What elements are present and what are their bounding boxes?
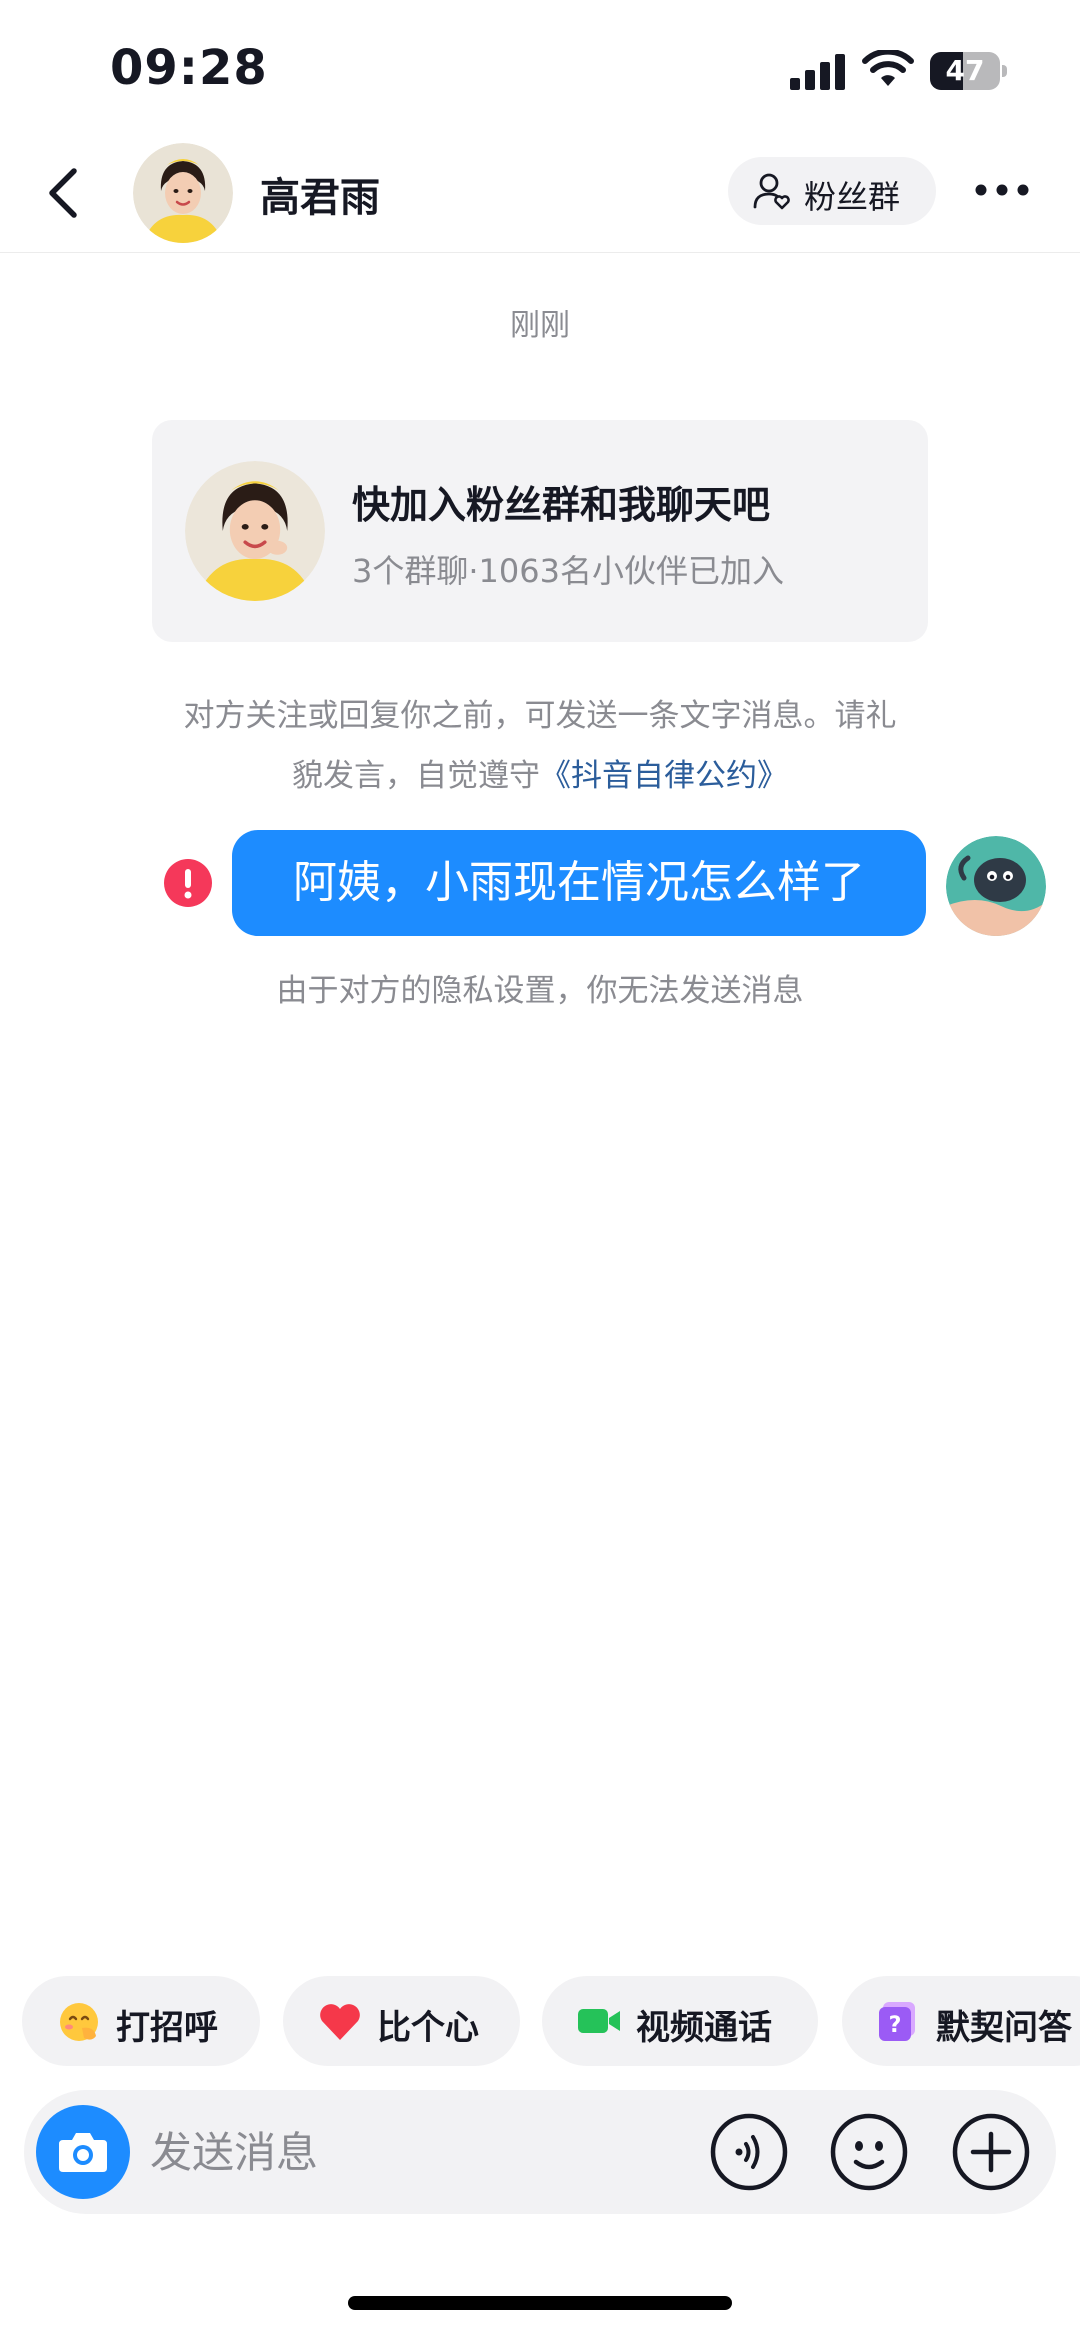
wifi-icon <box>862 50 914 86</box>
message-restriction-notice: 对方关注或回复你之前，可发送一条文字消息。请礼 貌发言，自觉遵守《抖音自律公约》 <box>140 686 940 806</box>
more-icon[interactable] <box>972 175 1032 205</box>
fans-group-icon <box>753 173 790 210</box>
community-rules-link[interactable]: 《抖音自律公约》 <box>540 758 788 794</box>
emoji-icon[interactable] <box>829 2112 909 2192</box>
voice-icon[interactable] <box>709 2112 789 2192</box>
fans-group-label: 粉丝群 <box>804 178 901 216</box>
plus-icon[interactable] <box>951 2112 1031 2192</box>
chat-title[interactable]: 高君雨 <box>260 165 380 223</box>
message-input[interactable] <box>150 2120 530 2184</box>
camera-button[interactable] <box>36 2105 130 2199</box>
quick-action-label: 视频通话 <box>636 2008 772 2048</box>
quick-action-video-call[interactable]: 视频通话 <box>542 1976 818 2066</box>
home-indicator[interactable] <box>348 2296 732 2310</box>
quick-action-heart[interactable]: 比个心 <box>283 1976 520 2066</box>
quick-action-wave[interactable]: 打招呼 <box>22 1976 260 2066</box>
quick-actions: 打招呼 比个心 视频通话 ? 默契问答 <box>0 1976 1080 2066</box>
sent-message-bubble[interactable]: 阿姨，小雨现在情况怎么样了 <box>232 830 926 936</box>
notice-text-line2: 貌发言，自觉遵守 <box>292 758 540 794</box>
battery-body: 47 <box>930 52 1000 90</box>
avatar[interactable] <box>133 143 233 243</box>
invite-card-subtitle: 3个群聊·1063名小伙伴已加入 <box>352 552 784 590</box>
notice-text-line1: 对方关注或回复你之前，可发送一条文字消息。请礼 <box>183 698 897 734</box>
camera-icon <box>59 2133 107 2172</box>
status-time: 09:28 <box>110 40 268 96</box>
back-icon[interactable] <box>40 163 90 223</box>
message-timestamp: 刚刚 <box>510 308 570 343</box>
send-failed-icon[interactable] <box>163 858 213 908</box>
wave-emoji-icon <box>60 2003 98 2041</box>
chat-screen: 09:28 47 高君雨 粉丝群 刚刚 快加入粉丝群和我聊天吧 3个群聊·106… <box>0 0 1080 2337</box>
quick-action-quiz[interactable]: ? 默契问答 <box>842 1976 1080 2066</box>
invite-card-title: 快加入粉丝群和我聊天吧 <box>352 483 771 527</box>
battery-icon: 47 <box>930 52 1007 90</box>
my-avatar[interactable] <box>946 836 1046 936</box>
quick-action-label: 默契问答 <box>936 2008 1072 2048</box>
heart-icon <box>320 2004 360 2040</box>
video-camera-icon <box>578 2009 620 2033</box>
fans-group-button[interactable]: 粉丝群 <box>728 157 936 225</box>
chat-header: 高君雨 粉丝群 <box>0 135 1080 253</box>
signal-icon <box>790 54 845 90</box>
fans-group-invite-card[interactable]: 快加入粉丝群和我聊天吧 3个群聊·1063名小伙伴已加入 <box>152 420 928 642</box>
question-card-icon: ? <box>879 2002 915 2041</box>
svg-text:?: ? <box>889 2013 902 2038</box>
quick-action-label: 比个心 <box>377 2008 479 2048</box>
quick-action-label: 打招呼 <box>116 2008 218 2048</box>
battery-percent: 47 <box>945 54 985 87</box>
privacy-restriction-note: 由于对方的隐私设置，你无法发送消息 <box>276 973 804 1009</box>
status-bar: 09:28 47 <box>0 0 1080 135</box>
message-input-bar <box>24 2090 1056 2214</box>
battery-cap <box>1002 65 1007 77</box>
card-avatar <box>185 461 325 601</box>
